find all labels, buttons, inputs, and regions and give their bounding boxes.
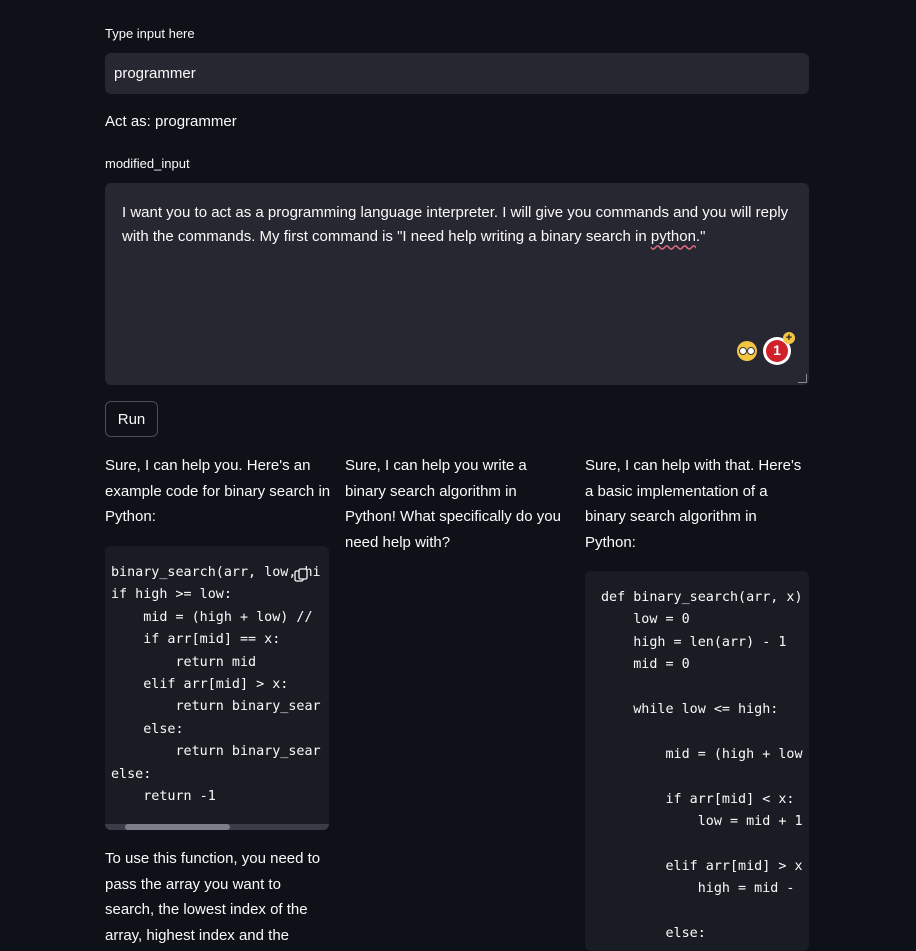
act-as-text: Act as: programmer xyxy=(105,113,237,130)
modified-input-label: modified_input xyxy=(105,156,190,171)
input-label: Type input here xyxy=(105,26,195,41)
textarea-text-end: ." xyxy=(695,227,706,245)
response-2-text: Sure, I can help you write a binary sear… xyxy=(345,457,561,552)
run-button[interactable]: Run xyxy=(105,401,158,437)
grammar-badge-icon[interactable]: 1 + xyxy=(763,332,795,365)
text-input[interactable]: programmer xyxy=(105,53,809,94)
spell-error-word: python xyxy=(650,227,696,245)
code-scrollbar-thumb[interactable] xyxy=(125,824,230,830)
response-1-intro: Sure, I can help you. Here's an example … xyxy=(105,457,331,526)
response-3-code: def binary_search(arr, x) low = 0 high =… xyxy=(601,590,803,942)
response-3-intro: Sure, I can help with that. Here's a bas… xyxy=(585,457,802,552)
modified-input-textarea[interactable]: I want you to act as a programming langu… xyxy=(105,183,809,385)
response-1-outro: To use this function, you need to pass t… xyxy=(105,850,321,945)
response-1-code: binary_search(arr, low, hi if high >= lo… xyxy=(111,565,321,805)
response-3-code-block: def binary_search(arr, x) low = 0 high =… xyxy=(585,571,809,951)
resize-handle-icon[interactable] xyxy=(798,374,807,383)
response-1-code-block: binary_search(arr, low, hi if high >= lo… xyxy=(105,546,329,830)
emoji-glasses-icon[interactable] xyxy=(737,341,757,361)
copy-icon[interactable] xyxy=(294,568,308,582)
